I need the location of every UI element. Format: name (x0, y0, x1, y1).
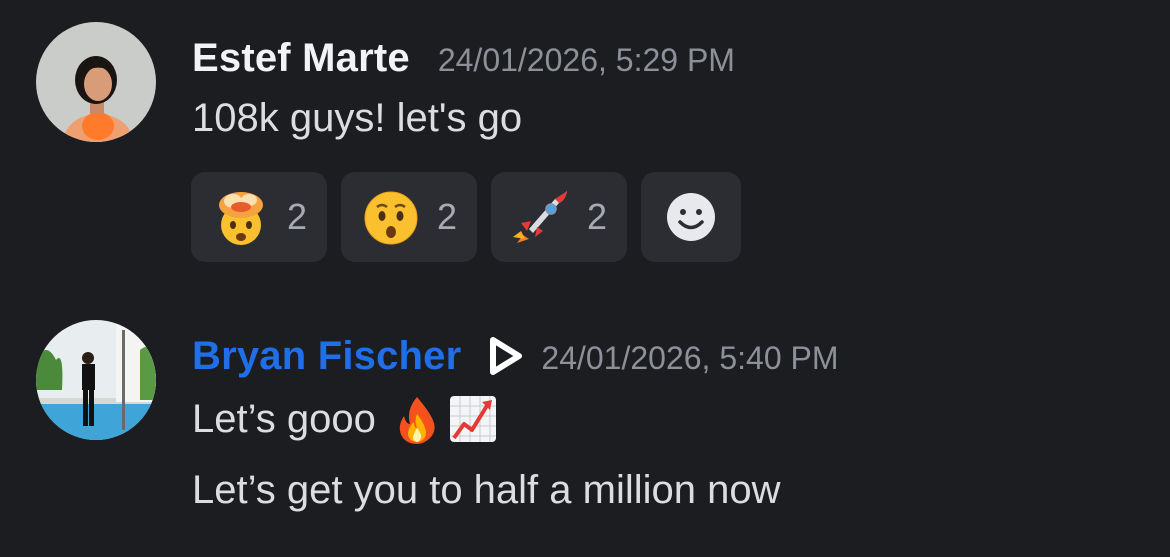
reaction-count: 2 (587, 196, 608, 237)
reaction-rocket[interactable]: 2 (491, 172, 627, 262)
avatar-estef[interactable] (36, 22, 156, 142)
hushed-face-emoji (359, 185, 423, 249)
reaction-count: 2 (437, 196, 458, 237)
message-bryan: Bryan Fischer 24/01/2026, 5:40 PM Let’s … (0, 320, 1170, 550)
message-timestamp: 24/01/2026, 5:29 PM (437, 42, 735, 78)
message-text: 108k guys! let's go (192, 96, 523, 140)
add-reaction-smiley-icon (665, 191, 717, 243)
exploding-head-emoji (209, 185, 273, 249)
author-name[interactable]: Bryan Fischer (192, 334, 461, 379)
message-text: Let’s gooo (192, 396, 376, 441)
fire-emoji (392, 394, 442, 444)
chart-increasing-emoji (448, 394, 498, 444)
message-text-line-1: Let’s gooo (192, 394, 498, 444)
author-name[interactable]: Estef Marte (192, 36, 410, 81)
message-estef: Estef Marte 24/01/2026, 5:29 PM 108k guy… (0, 22, 1170, 272)
play-badge-icon (481, 333, 527, 379)
reactions-bar: 2 2 2 (191, 172, 741, 262)
message-text-line-2: Let’s get you to half a million now (192, 468, 781, 512)
reaction-exploding-head[interactable]: 2 (191, 172, 327, 262)
reaction-count: 2 (287, 196, 308, 237)
reaction-hushed-face[interactable]: 2 (341, 172, 477, 262)
message-timestamp: 24/01/2026, 5:40 PM (541, 340, 839, 376)
rocket-emoji (509, 185, 573, 249)
add-reaction-button[interactable] (641, 172, 741, 262)
avatar-bryan[interactable] (36, 320, 156, 440)
